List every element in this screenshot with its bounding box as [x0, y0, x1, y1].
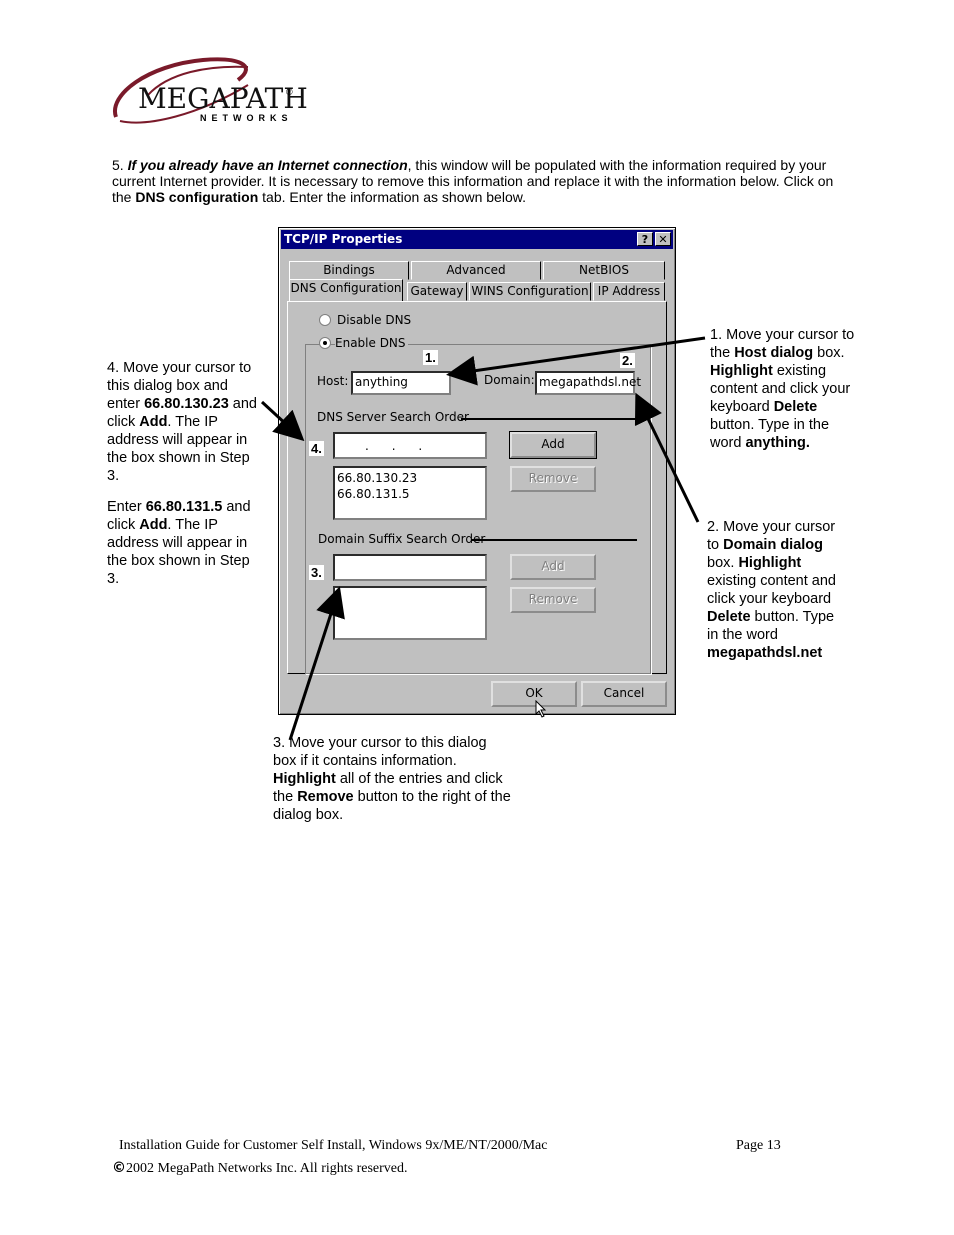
- logo-subtext: NETWORKS: [200, 113, 293, 123]
- cancel-button[interactable]: Cancel: [581, 681, 667, 707]
- dialog-title: TCP/IP Properties: [284, 232, 403, 246]
- logo-text: MEGAPATH: [138, 82, 308, 115]
- domain-input[interactable]: megapathdsl.net: [535, 371, 641, 395]
- disable-dns-label: Disable DNS: [337, 313, 412, 327]
- domain-label: Domain:: [484, 373, 535, 387]
- domain-suffix-divider: [471, 539, 637, 541]
- note-step-2: 2. Move your cursor to Domain dialog box…: [707, 519, 836, 661]
- step-marker-3: 3.: [309, 565, 324, 580]
- enable-dns-label: Enable DNS: [335, 336, 408, 350]
- note-step-4: 4. Move your cursor to this dialog box a…: [107, 360, 257, 484]
- logo-trademark: ®: [286, 87, 293, 97]
- title-bar: TCP/IP Properties ? ✕: [281, 230, 673, 249]
- footer-copyright: ©2002 MegaPath Networks Inc. All rights …: [112, 1160, 408, 1176]
- note-step-4b: Enter 66.80.131.5 and click Add. The IP …: [107, 499, 251, 587]
- megapath-logo: MEGAPATH ® NETWORKS: [108, 55, 308, 130]
- footer-page-number: Page 13: [736, 1138, 781, 1153]
- domain-suffix-list[interactable]: [333, 586, 487, 640]
- tab-gateway[interactable]: Gateway: [407, 282, 467, 301]
- tab-wins-configuration[interactable]: WINS Configuration: [469, 282, 591, 301]
- suffix-add-button[interactable]: Add: [510, 554, 596, 580]
- tcpip-properties-dialog: TCP/IP Properties ? ✕ Bindings Advanced …: [278, 227, 676, 718]
- note-step-3: 3. Move your cursor to this dialog box i…: [273, 735, 511, 823]
- tab-ip-address[interactable]: IP Address: [593, 282, 665, 301]
- close-icon[interactable]: ✕: [655, 232, 671, 246]
- step-marker-2: 2.: [620, 353, 635, 368]
- dns-server-list[interactable]: 66.80.130.23 66.80.131.5: [333, 466, 487, 520]
- list-item[interactable]: 66.80.130.23: [337, 470, 485, 486]
- dns-add-button[interactable]: Add: [509, 431, 597, 459]
- ok-button[interactable]: OK: [491, 681, 577, 707]
- domain-suffix-input[interactable]: [333, 554, 487, 581]
- step-marker-4: 4.: [309, 441, 324, 456]
- list-item[interactable]: 66.80.131.5: [337, 486, 485, 502]
- intro-emphasis: If you already have an Internet connecti…: [127, 157, 408, 173]
- footer-guide-title: Installation Guide for Customer Self Ins…: [119, 1138, 548, 1153]
- copyright-icon: ©: [112, 1160, 126, 1176]
- tab-bindings[interactable]: Bindings: [289, 261, 409, 280]
- disable-dns-radio[interactable]: [319, 314, 331, 326]
- host-label: Host:: [317, 374, 349, 388]
- help-icon[interactable]: ?: [637, 232, 653, 246]
- domain-suffix-label: Domain Suffix Search Order: [318, 532, 486, 546]
- tab-advanced[interactable]: Advanced: [411, 261, 541, 280]
- dns-search-order-divider: [461, 418, 637, 420]
- dns-ip-input[interactable]: . . .: [333, 432, 487, 459]
- mouse-cursor-icon: [535, 700, 547, 718]
- enable-dns-radio[interactable]: [319, 337, 331, 349]
- suffix-remove-button[interactable]: Remove: [510, 587, 596, 613]
- tab-netbios[interactable]: NetBIOS: [543, 261, 665, 280]
- note-step-1: 1. Move your cursor to the Host dialog b…: [710, 327, 855, 451]
- host-input[interactable]: anything: [351, 371, 451, 395]
- tab-dns-configuration[interactable]: DNS Configuration: [289, 279, 403, 301]
- dns-remove-button[interactable]: Remove: [510, 466, 596, 492]
- intro-paragraph: 5. If you already have an Internet conne…: [112, 157, 834, 205]
- dns-search-order-label: DNS Server Search Order: [317, 410, 469, 424]
- step-marker-1: 1.: [423, 350, 438, 365]
